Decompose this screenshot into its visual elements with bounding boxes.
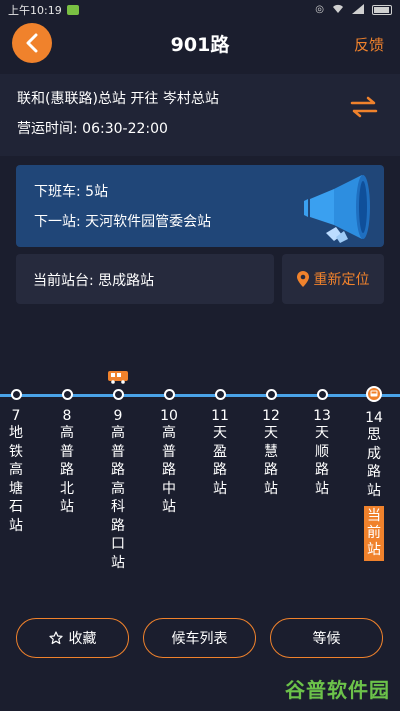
wait-list-button[interactable]: 候车列表: [143, 618, 256, 658]
status-time: 上午10:19: [8, 4, 62, 17]
stop-number: 11: [211, 408, 229, 424]
next-stop-text: 下一站: 天河软件园管委会站: [34, 214, 212, 230]
stop-dot: [214, 389, 226, 400]
stop-item[interactable]: 8 高普路北站: [55, 389, 79, 517]
current-stop-text: 当前站台: 思成路站: [33, 273, 155, 289]
relocate-button[interactable]: 重新定位: [282, 254, 384, 304]
battery-icon: [372, 5, 392, 15]
stop-name: 思成路站: [367, 427, 381, 499]
page-title: 901路: [170, 34, 230, 56]
nav-bar: 901路 反馈: [0, 20, 400, 66]
bottom-action-bar: 收藏 候车列表 等候: [0, 610, 400, 670]
current-stop-card: 当前站台: 思成路站: [16, 254, 274, 304]
wait-button[interactable]: 等候: [270, 618, 383, 658]
route-hours: 营运时间: 06:30-22:00: [17, 121, 168, 137]
status-bar: 上午10:19 ◎: [0, 0, 400, 20]
favorite-button[interactable]: 收藏: [16, 618, 129, 658]
stop-name: 高普路高科路口站: [111, 425, 125, 571]
stop-item-current[interactable]: 14 思成路站 当前站: [362, 386, 386, 561]
alarm-icon: ◎: [315, 4, 324, 15]
stop-name: 天盈路站: [213, 425, 227, 497]
swap-direction-button[interactable]: [350, 96, 378, 118]
stop-dot: [316, 389, 328, 400]
stop-item[interactable]: 13 天顺路站: [310, 389, 334, 498]
stop-dot: [265, 389, 277, 400]
app-notification-icon: [66, 5, 79, 15]
relocate-label: 重新定位: [313, 272, 370, 288]
stop-item[interactable]: 12 天慧路站: [259, 389, 283, 498]
stop-dot: [112, 389, 124, 400]
stop-name: 天慧路站: [264, 425, 278, 497]
stop-number: 9: [113, 408, 123, 424]
stop-number: 10: [160, 408, 178, 424]
stop-name: 高普路北站: [60, 425, 74, 515]
status-right: ◎: [315, 3, 392, 17]
stop-item[interactable]: 7 地铁高塘石站: [4, 389, 28, 535]
stop-item[interactable]: 9 高普路高科路口站: [106, 389, 130, 572]
stop-number: 14: [365, 410, 383, 426]
bus-icon: [108, 371, 128, 384]
stop-number: 13: [313, 408, 331, 424]
stop-dot: [61, 389, 73, 400]
route-direction: 联和(惠联路)总站 开往 岑村总站: [17, 91, 219, 107]
location-pin-icon: [296, 271, 309, 287]
star-icon: [48, 631, 63, 645]
feedback-button[interactable]: 反馈: [354, 34, 384, 55]
stop-number: 8: [62, 408, 72, 424]
stop-name: 地铁高塘石站: [9, 425, 23, 534]
stop-number: 7: [11, 408, 21, 424]
stop-name: 天顺路站: [315, 425, 329, 497]
next-bus-card: 下班车: 5站 下一站: 天河软件园管委会站: [16, 165, 384, 247]
route-info: 联和(惠联路)总站 开往 岑村总站 营运时间: 06:30-22:00: [0, 74, 400, 156]
stop-dot: [10, 389, 22, 400]
swap-arrows-icon: [350, 96, 378, 118]
favorite-label: 收藏: [68, 631, 97, 647]
next-bus-text: 下班车: 5站: [34, 184, 109, 200]
stop-dot: [163, 389, 175, 400]
current-stop-badge: 当前站: [364, 506, 384, 561]
watermark: 谷普软件园: [285, 678, 390, 702]
stop-item[interactable]: 11 天盈路站: [208, 389, 232, 498]
current-stop-dot: [366, 386, 382, 402]
stop-number: 12: [262, 408, 280, 424]
signal-icon: [352, 3, 364, 17]
stop-name: 高普路中站: [162, 425, 176, 515]
bus-front-icon: [370, 390, 378, 397]
status-left: 上午10:19: [8, 2, 79, 18]
wifi-icon: [332, 4, 344, 17]
stop-item[interactable]: 10 高普路中站: [157, 389, 181, 517]
megaphone-icon: [304, 175, 370, 243]
